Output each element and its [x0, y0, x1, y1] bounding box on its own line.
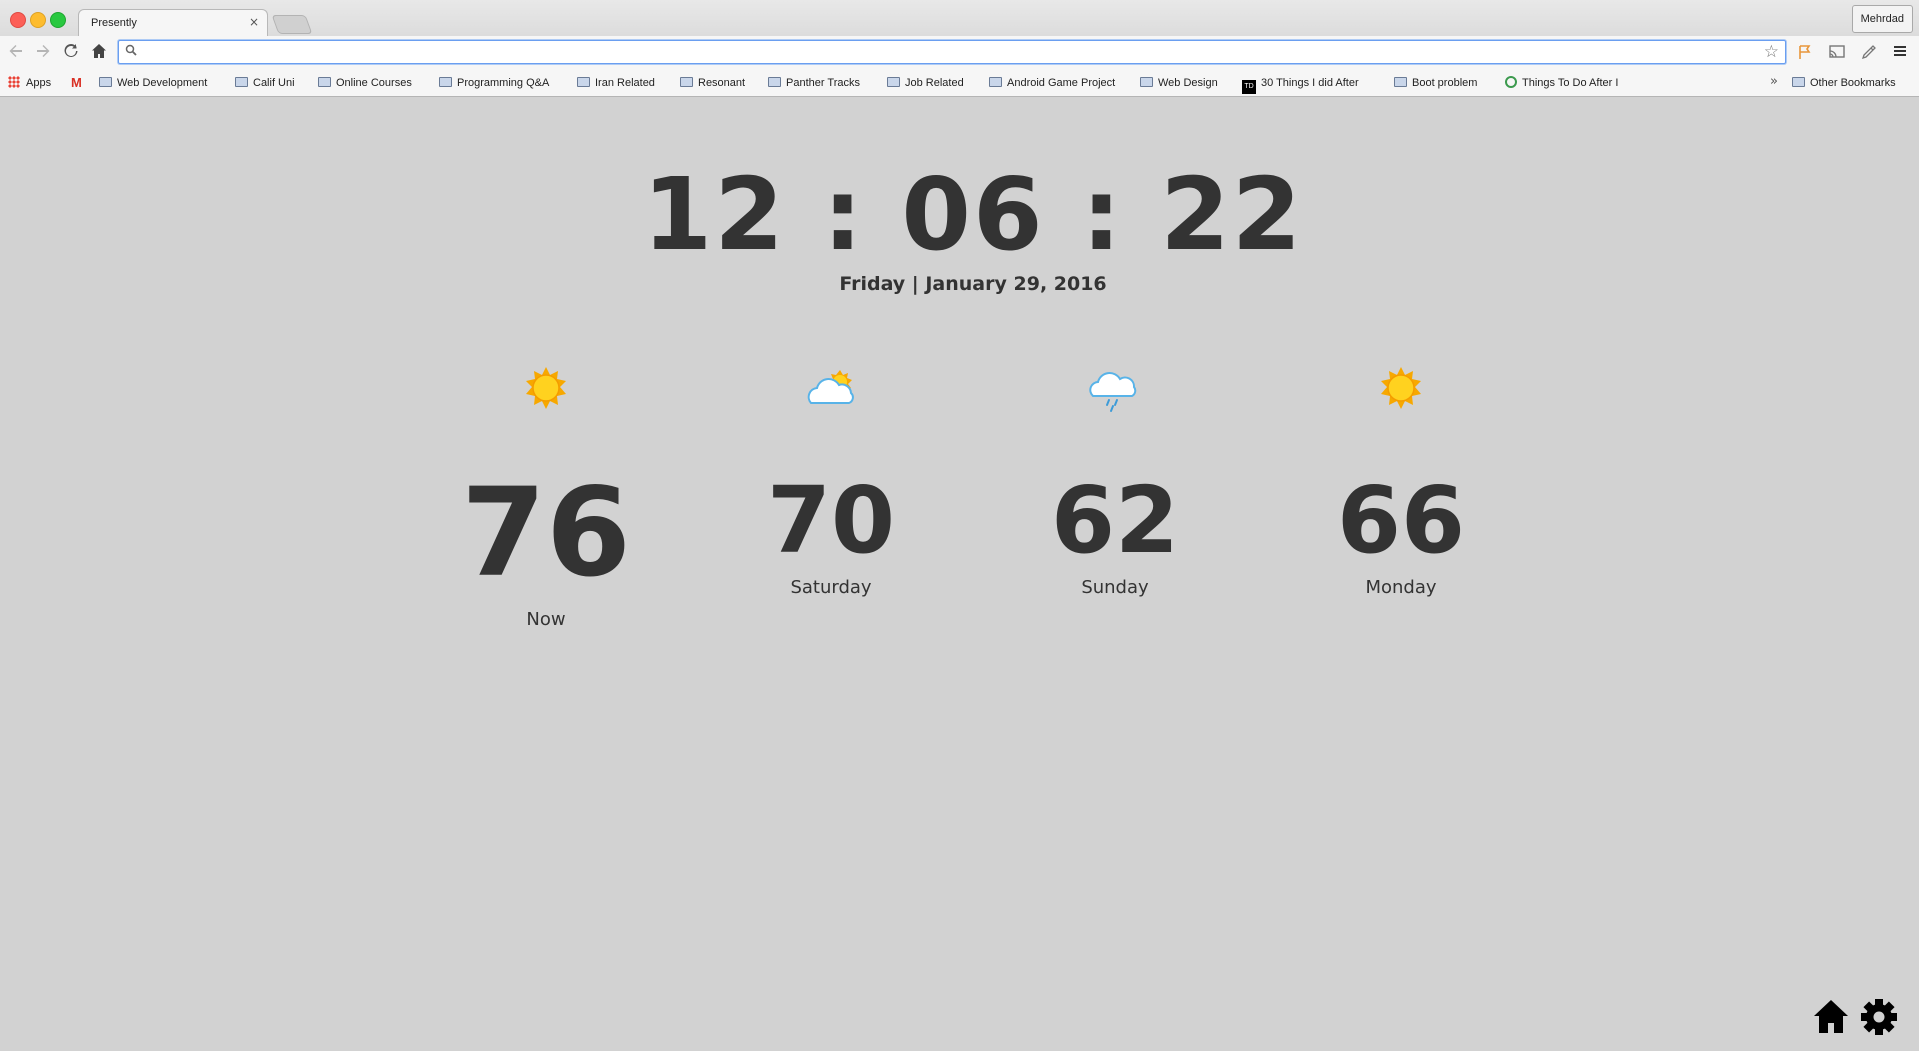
back-arrow-icon[interactable] [6, 43, 26, 63]
folder-icon [99, 77, 112, 87]
address-bar[interactable]: ☆ [118, 40, 1786, 64]
folder-icon [1792, 77, 1805, 87]
temperature: 66 [1336, 467, 1466, 574]
gmail-icon: M [71, 75, 82, 90]
bookmark-apps[interactable]: Apps [8, 75, 51, 91]
menu-icon[interactable] [1890, 44, 1910, 62]
tab-close-icon[interactable]: × [249, 15, 259, 29]
sun-icon [436, 363, 656, 413]
toolbar: ☆ [0, 36, 1919, 70]
bookmark-calif-uni[interactable]: Calif Uni [235, 75, 295, 91]
folder-icon [768, 77, 781, 87]
temperature: 70 [766, 467, 896, 574]
bookmark-web-development[interactable]: Web Development [99, 75, 207, 91]
bookmark-resonant[interactable]: Resonant [680, 75, 745, 91]
day-label: Now [526, 609, 566, 630]
day-label: Saturday [790, 577, 872, 598]
day-label: Sunday [1081, 577, 1149, 598]
address-input[interactable] [143, 43, 1747, 63]
apps-grid-icon [8, 76, 20, 88]
bookmark-things-to-do[interactable]: Things To Do After I [1505, 75, 1618, 91]
clock: 12 : 06 : 22 [642, 156, 1304, 273]
bookmark-gmail[interactable]: M [71, 75, 82, 91]
eyedropper-icon[interactable] [1859, 44, 1879, 62]
partly-cloudy-icon [721, 363, 941, 413]
new-tab-button[interactable] [271, 15, 313, 34]
bookmark-30-things[interactable]: TD 30 Things I did After [1242, 75, 1359, 94]
extension-flag-icon[interactable] [1795, 44, 1815, 62]
sun-icon [1291, 363, 1511, 413]
tab-title: Presently [91, 17, 137, 29]
day-label: Monday [1365, 577, 1437, 598]
bookmark-android-game-project[interactable]: Android Game Project [989, 75, 1115, 91]
bookmark-online-courses[interactable]: Online Courses [318, 75, 412, 91]
folder-icon [1394, 77, 1407, 87]
browser-chrome: Presently × Mehrdad ☆ Apps M Web Develop… [0, 0, 1919, 97]
folder-icon [577, 77, 590, 87]
rain-cloud-icon [1005, 363, 1225, 413]
folder-icon [887, 77, 900, 87]
site-icon [1505, 76, 1517, 88]
bookmarks-bar: Apps M Web Development Calif Uni Online … [0, 70, 1919, 97]
temperature: 76 [461, 462, 631, 604]
close-window-button[interactable] [10, 12, 26, 28]
title-bar: Presently × Mehrdad [0, 0, 1919, 36]
maximize-window-button[interactable] [50, 12, 66, 28]
bookmark-job-related[interactable]: Job Related [887, 75, 964, 91]
profile-button[interactable]: Mehrdad [1851, 5, 1913, 33]
folder-icon [439, 77, 452, 87]
folder-icon [318, 77, 331, 87]
bookmark-star-icon[interactable]: ☆ [1764, 42, 1779, 62]
reload-icon[interactable] [61, 43, 81, 63]
bookmark-web-design[interactable]: Web Design [1140, 75, 1218, 91]
gear-icon[interactable] [1860, 997, 1898, 1037]
folder-icon [680, 77, 693, 87]
date-line: Friday | January 29, 2016 [839, 273, 1107, 295]
folder-icon [235, 77, 248, 87]
td-site-icon: TD [1242, 80, 1256, 94]
home-icon[interactable] [1812, 997, 1850, 1037]
folder-icon [989, 77, 1002, 87]
bookmark-programming-qa[interactable]: Programming Q&A [439, 75, 549, 91]
bookmark-other-bookmarks[interactable]: Other Bookmarks [1792, 75, 1896, 91]
home-icon[interactable] [89, 43, 109, 63]
minimize-window-button[interactable] [30, 12, 46, 28]
presently-page: 12 : 06 : 22 Friday | January 29, 2016 7… [0, 97, 1919, 1051]
bookmark-iran-related[interactable]: Iran Related [577, 75, 655, 91]
forward-arrow-icon[interactable] [33, 43, 53, 63]
bookmark-boot-problem[interactable]: Boot problem [1394, 75, 1477, 91]
search-icon [125, 44, 137, 59]
temperature: 62 [1050, 467, 1180, 574]
bookmark-panther-tracks[interactable]: Panther Tracks [768, 75, 860, 91]
bookmarks-overflow-chevron-icon[interactable]: » [1770, 74, 1778, 89]
folder-icon [1140, 77, 1153, 87]
cast-icon[interactable] [1827, 44, 1847, 62]
tab-presently[interactable]: Presently × [78, 9, 268, 36]
